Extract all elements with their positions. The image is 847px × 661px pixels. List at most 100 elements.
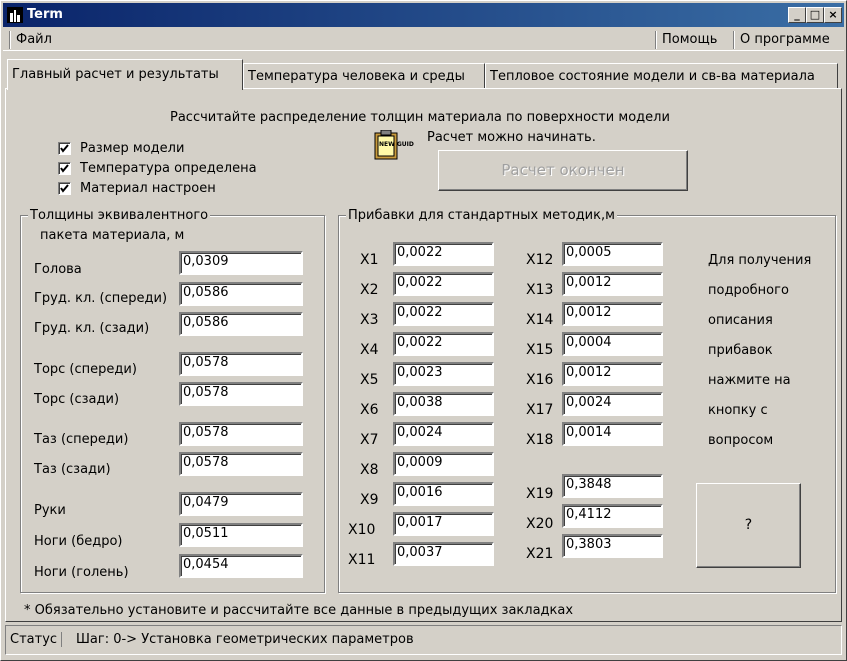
tab-panel-main: Рассчитайте распределение толщин материа…: [5, 88, 842, 622]
thickness-label-chest-back: Груд. кл. (сзади): [34, 321, 150, 336]
clipboard-icon: NEW GUID: [374, 129, 414, 160]
tab-strip: Главный расчет и результаты Температура …: [3, 59, 844, 90]
thickness-input-torso-front[interactable]: 0,0578: [179, 352, 303, 376]
allowance-label-x18: X18: [526, 432, 554, 448]
help-text-line: описания: [708, 313, 773, 328]
checkbox-temperature[interactable]: [58, 162, 71, 175]
help-text-line: Для получения: [708, 253, 812, 268]
allowance-input-x6[interactable]: 0,0038: [393, 392, 494, 416]
help-text-line: прибавок: [708, 343, 773, 358]
allowance-input-x8[interactable]: 0,0009: [393, 452, 494, 476]
allowance-label-x7: X7: [360, 432, 379, 448]
allowance-input-x18[interactable]: 0,0014: [562, 422, 663, 446]
thickness-input-arms[interactable]: 0,0479: [179, 492, 303, 516]
allowances-group-title: Прибавки для стандартных методик,м: [346, 208, 617, 223]
tab-temperature[interactable]: Температура человека и среды: [243, 63, 485, 89]
status-label: Статус: [10, 632, 63, 647]
allowance-input-x12[interactable]: 0,0005: [562, 242, 663, 266]
allowance-input-x13[interactable]: 0,0012: [562, 272, 663, 296]
thickness-input-thigh[interactable]: 0,0511: [179, 523, 303, 547]
allowance-label-x4: X4: [360, 342, 379, 358]
allowance-input-x7[interactable]: 0,0024: [393, 422, 494, 446]
checkmark-icon: [60, 144, 69, 153]
app-window: Term _ □ × Файл Помощь О программе Главн…: [0, 0, 847, 661]
allowance-input-x15[interactable]: 0,0004: [562, 332, 663, 356]
allowance-label-x13: X13: [526, 282, 554, 298]
thickness-label-pelvis-back: Таз (сзади): [34, 462, 111, 477]
allowance-input-x4[interactable]: 0,0022: [393, 332, 494, 356]
help-text-line: вопросом: [708, 433, 774, 448]
calc-done-button[interactable]: Расчет окончен: [438, 150, 688, 191]
allowance-label-x5: X5: [360, 372, 379, 388]
allowance-label-x21: X21: [526, 546, 554, 562]
thickness-input-pelvis-back[interactable]: 0,0578: [179, 452, 303, 476]
thickness-input-head[interactable]: 0,0309: [179, 251, 303, 275]
app-icon: [7, 7, 23, 23]
allowance-input-x20[interactable]: 0,4112: [562, 504, 663, 528]
help-question-button[interactable]: ?: [696, 483, 801, 568]
window-title: Term: [27, 7, 63, 22]
allowance-input-x10[interactable]: 0,0017: [393, 512, 494, 536]
thickness-label-torso-front: Торс (спереди): [34, 362, 137, 377]
thickness-label-pelvis-front: Таз (спереди): [34, 432, 129, 447]
allowance-input-x11[interactable]: 0,0037: [393, 542, 494, 566]
help-text-line: подробного: [708, 283, 789, 298]
checkbox-material[interactable]: [58, 182, 71, 195]
allowance-input-x17[interactable]: 0,0024: [562, 392, 663, 416]
allowance-label-x9: X9: [360, 492, 379, 508]
thickness-input-shin[interactable]: 0,0454: [179, 554, 303, 578]
checkbox-model-size-label: Размер модели: [80, 141, 185, 156]
allowance-label-x14: X14: [526, 312, 554, 328]
checkmark-icon: [60, 184, 69, 193]
allowance-label-x15: X15: [526, 342, 554, 358]
allowance-input-x1[interactable]: 0,0022: [393, 242, 494, 266]
checkbox-material-label: Материал настроен: [80, 181, 216, 196]
allowance-input-x5[interactable]: 0,0023: [393, 362, 494, 386]
allowance-label-x10: X10: [348, 522, 376, 538]
allowance-label-x16: X16: [526, 372, 554, 388]
allowance-input-x9[interactable]: 0,0016: [393, 482, 494, 506]
allowance-label-x12: X12: [526, 252, 554, 268]
thickness-label-shin: Ноги (голень): [34, 565, 129, 580]
allowance-input-x19[interactable]: 0,3848: [562, 474, 663, 498]
tab-thermal-state[interactable]: Тепловое состояние модели и св-ва матери…: [485, 63, 838, 89]
thickness-input-chest-back[interactable]: 0,0586: [179, 312, 303, 336]
thickness-label-head: Голова: [34, 262, 82, 277]
menu-file[interactable]: Файл: [9, 31, 58, 49]
allowance-input-x3[interactable]: 0,0022: [393, 302, 494, 326]
clipboard-icon-label: NEW GUID: [379, 141, 414, 148]
footnote-text: * Обязательно установите и рассчитайте в…: [24, 603, 574, 618]
thickness-label-chest-front: Груд. кл. (спереди): [34, 291, 168, 306]
checkbox-temperature-label: Температура определена: [80, 161, 257, 176]
calc-status-text: Расчет можно начинать.: [427, 130, 596, 145]
maximize-button[interactable]: □: [806, 7, 824, 23]
tab-main-calc[interactable]: Главный расчет и результаты: [7, 59, 243, 90]
help-text-line: нажмите на: [708, 373, 791, 388]
allowance-label-x19: X19: [526, 486, 554, 502]
thickness-input-torso-back[interactable]: 0,0578: [179, 382, 303, 406]
allowance-label-x20: X20: [526, 516, 554, 532]
allowance-input-x2[interactable]: 0,0022: [393, 272, 494, 296]
close-button[interactable]: ×: [824, 7, 842, 23]
allowance-input-x16[interactable]: 0,0012: [562, 362, 663, 386]
allowance-label-x3: X3: [360, 312, 379, 328]
thickness-input-pelvis-front[interactable]: 0,0578: [179, 422, 303, 446]
menu-bar: Файл Помощь О программе: [3, 29, 844, 51]
thickness-label-thigh: Ноги (бедро): [34, 534, 123, 549]
status-text: Шаг: 0-> Установка геометрических параме…: [76, 632, 414, 647]
allowance-input-x14[interactable]: 0,0012: [562, 302, 663, 326]
thickness-input-chest-front[interactable]: 0,0586: [179, 282, 303, 306]
help-text-line: кнопку с: [708, 403, 768, 418]
thickness-label-arms: Руки: [34, 503, 66, 518]
title-bar[interactable]: Term _ □ ×: [3, 3, 844, 27]
allowance-label-x17: X17: [526, 402, 554, 418]
menu-help[interactable]: Помощь: [655, 31, 723, 49]
thickness-group-title: Толщины эквивалентного: [28, 208, 211, 223]
allowance-label-x8: X8: [360, 462, 379, 478]
checkbox-model-size[interactable]: [58, 142, 71, 155]
allowance-label-x6: X6: [360, 402, 379, 418]
menu-about[interactable]: О программе: [733, 31, 836, 49]
minimize-button[interactable]: _: [788, 7, 806, 23]
allowance-label-x11: X11: [348, 552, 376, 568]
allowance-input-x21[interactable]: 0,3803: [562, 534, 663, 558]
